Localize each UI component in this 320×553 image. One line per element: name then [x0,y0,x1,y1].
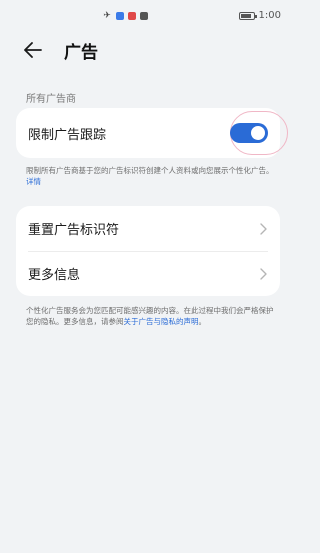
header: 广告 [24,38,98,63]
status-icons: ✈ [102,11,148,21]
chevron-right-icon [258,267,268,281]
status-time: 1:00 [258,10,281,21]
menu-item-label: 重置广告标识符 [28,223,120,238]
battery-status: 1:00 [238,10,281,21]
section-label: 所有广告商 [26,94,76,105]
details-link[interactable]: 详情 [26,177,41,186]
limit-tracking-label: 限制广告跟踪 [28,127,107,143]
options-card: 重置广告标识符 更多信息 [16,206,280,296]
page-title: 广告 [64,42,98,63]
blue-app-icon [116,12,124,20]
limit-tracking-desc-text: 限制所有广告商基于您的广告标识符创建个人资料或向您展示个性化广告。 [26,166,274,175]
toggle-knob [251,126,265,140]
menu-item-label: 更多信息 [28,268,81,283]
airplane-icon: ✈ [103,11,111,21]
menu-item-reset-ad-id[interactable]: 重置广告标识符 [16,206,280,251]
red-app-icon [128,12,136,20]
dark-app-icon [140,12,148,20]
footer-description: 个性化广告服务会为您匹配可能感兴趣的内容。在此过程中我们会严格保护您的隐私。更多… [26,305,276,327]
ad-privacy-statement-link[interactable]: 关于广告与隐私的声明 [124,317,199,326]
menu-item-more-info[interactable]: 更多信息 [16,251,280,296]
chevron-right-icon [258,222,268,236]
battery-icon [238,11,257,20]
status-bar: ✈ 1:00 [0,0,295,34]
footer-desc-end: 。 [198,317,207,326]
divider [28,251,268,252]
limit-tracking-description: 限制所有广告商基于您的广告标识符创建个人资料或向您展示个性化广告。 详情 [26,165,276,187]
limit-tracking-card: 限制广告跟踪 [16,108,288,158]
back-arrow-icon[interactable] [24,39,46,61]
limit-tracking-toggle[interactable] [230,123,268,143]
